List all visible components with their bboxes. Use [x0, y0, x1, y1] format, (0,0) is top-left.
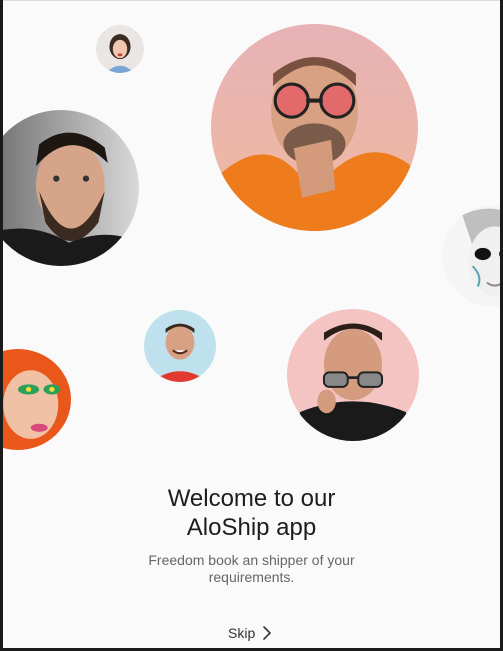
top-divider	[3, 0, 500, 1]
skip-button[interactable]: Skip	[228, 625, 273, 641]
chevron-right-icon	[263, 626, 272, 640]
welcome-subtitle: Freedom book an shipper of your requirem…	[3, 552, 500, 586]
welcome-title-line2: AloShip app	[186, 514, 317, 541]
avatar-woman-colorful-makeup	[3, 349, 71, 450]
avatar-man-glasses-pink	[287, 309, 419, 441]
welcome-title-line1: Welcome to our	[167, 485, 336, 512]
avatar-face-paint-white	[442, 205, 500, 307]
skip-label: Skip	[228, 625, 256, 641]
welcome-subtitle-line2: requirements.	[208, 569, 295, 585]
welcome-title: Welcome to our AloShip app	[3, 484, 500, 542]
avatar-man-sunglasses-orange-hoodie	[211, 24, 418, 231]
avatar-man-laughing-red-shirt	[144, 310, 216, 382]
welcome-subtitle-line1: Freedom book an shipper of your	[148, 552, 355, 568]
avatar-bearded-man	[3, 110, 139, 266]
onboarding-screen: Welcome to our AloShip app Freedom book …	[3, 0, 500, 648]
avatar-woman-smiling	[96, 25, 144, 73]
